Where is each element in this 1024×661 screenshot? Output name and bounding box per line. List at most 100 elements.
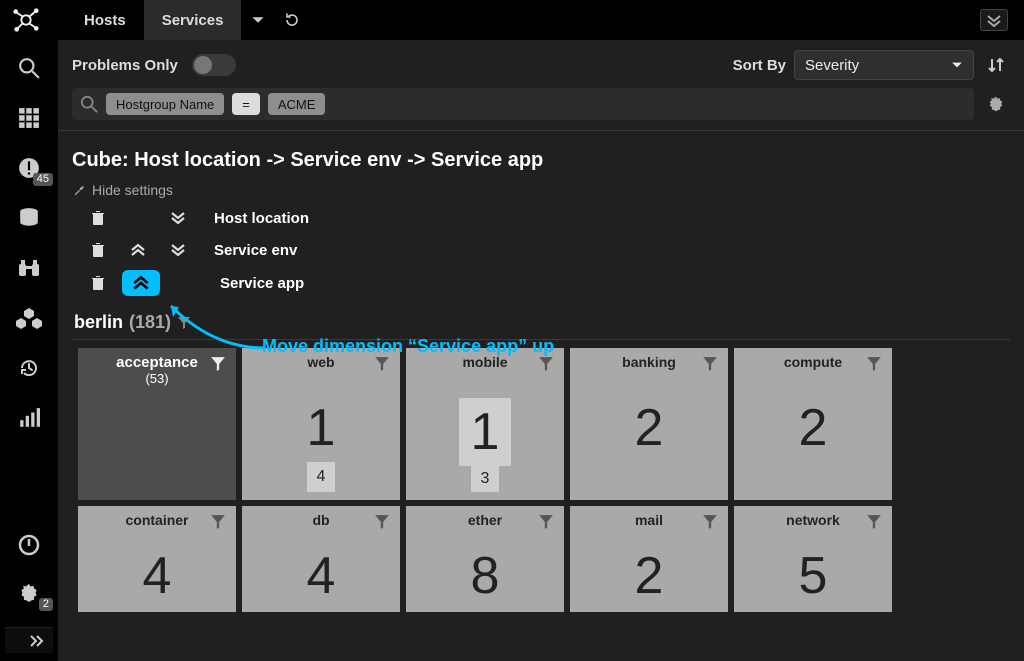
- funnel-icon[interactable]: [210, 356, 226, 372]
- tile-mobile[interactable]: mobile 1 3: [406, 348, 564, 500]
- funnel-icon[interactable]: [538, 356, 554, 372]
- sortby-group: Sort By Severity: [733, 50, 1010, 80]
- funnel-icon[interactable]: [374, 356, 390, 372]
- sidebar-database-icon[interactable]: [11, 204, 47, 232]
- tile-value: 2: [635, 546, 664, 606]
- tile-db[interactable]: db 4: [242, 506, 400, 612]
- group-count: (181): [129, 312, 171, 333]
- sort-direction-icon[interactable]: [982, 51, 1010, 79]
- dimension-down-icon[interactable]: [162, 206, 194, 230]
- funnel-icon[interactable]: [866, 356, 882, 372]
- dimension-delete-icon[interactable]: [82, 206, 114, 230]
- sidebar-problems-icon[interactable]: 45: [11, 154, 47, 182]
- tile-label: network: [786, 512, 840, 528]
- tile-compute[interactable]: compute 2: [734, 348, 892, 500]
- tile-label: ether: [468, 512, 502, 528]
- filter-bar[interactable]: Hostgroup Name = ACME: [72, 88, 974, 120]
- filter-chip-value[interactable]: ACME: [268, 93, 326, 115]
- sidebar-expand-toggle[interactable]: [5, 627, 53, 653]
- filter-chip-field[interactable]: Hostgroup Name: [106, 93, 224, 115]
- tile-label: acceptance: [116, 354, 198, 371]
- search-icon: [80, 95, 98, 113]
- tile-value: 1: [307, 398, 336, 458]
- filter-chip-operator[interactable]: =: [232, 93, 260, 115]
- tile-label: container: [125, 512, 188, 528]
- panel-collapse-toggle[interactable]: [980, 9, 1008, 31]
- dimension-row-1: Service env: [82, 238, 1010, 262]
- dimension-delete-icon[interactable]: [82, 271, 114, 295]
- tab-dropdown-icon[interactable]: [241, 0, 275, 40]
- refresh-icon[interactable]: [275, 0, 309, 40]
- top-header: Hosts Services: [0, 0, 1024, 40]
- sidebar-reporting-icon[interactable]: [11, 404, 47, 432]
- tile-label: web: [307, 354, 334, 370]
- top-tabs: Hosts Services: [66, 0, 241, 40]
- tile-container[interactable]: container 4: [78, 506, 236, 612]
- funnel-icon[interactable]: [538, 514, 554, 530]
- sidebar-cubes-icon[interactable]: [11, 304, 47, 332]
- problems-only-label: Problems Only: [72, 57, 178, 74]
- settings-badge: 2: [39, 598, 53, 611]
- sidebar-binoculars-icon[interactable]: [11, 254, 47, 282]
- chevron-down-icon: [951, 59, 963, 71]
- dimension-list: x Host location Service env x Service ap…: [82, 206, 1010, 296]
- tile-label: mobile: [462, 354, 507, 370]
- tile-label: db: [312, 512, 329, 528]
- sidebar-grid-icon[interactable]: [11, 104, 47, 132]
- dimension-label-0: Host location: [214, 210, 309, 227]
- tab-hosts[interactable]: Hosts: [66, 0, 144, 40]
- tile-value: 2: [799, 398, 828, 458]
- tile-value: 4: [143, 546, 172, 606]
- content-area: Cube: Host location -> Service env -> Se…: [58, 149, 1024, 626]
- divider: [58, 130, 1024, 131]
- left-sidebar: 45 2: [0, 40, 58, 661]
- funnel-icon[interactable]: [702, 514, 718, 530]
- group-heading: berlin (181): [74, 312, 1010, 333]
- tile-mail[interactable]: mail 2: [570, 506, 728, 612]
- tile-value: 2: [635, 398, 664, 458]
- dimension-row-2: x Service app: [82, 270, 1010, 296]
- sidebar-power-icon[interactable]: [11, 531, 47, 559]
- tile-subvalue: 4: [307, 462, 335, 492]
- dimension-label-1: Service env: [214, 242, 297, 259]
- sidebar-settings-icon[interactable]: 2: [11, 579, 47, 607]
- sidebar-search-icon[interactable]: [11, 54, 47, 82]
- dimension-delete-icon[interactable]: [82, 238, 114, 262]
- group-divider: [72, 339, 1010, 340]
- tile-web[interactable]: web 1 4: [242, 348, 400, 500]
- funnel-icon[interactable]: [866, 514, 882, 530]
- hide-settings-link[interactable]: Hide settings: [72, 182, 1010, 198]
- funnel-icon[interactable]: [177, 316, 191, 330]
- tile-grid: acceptance (53) web 1 4 mobile 1 3: [78, 348, 1010, 612]
- sortby-value: Severity: [805, 57, 859, 74]
- tile-banking[interactable]: banking 2: [570, 348, 728, 500]
- main-panel: Problems Only Sort By Severity Hostgroup…: [58, 40, 1024, 661]
- wrench-icon: [72, 183, 86, 197]
- tile-value: 1: [459, 398, 512, 466]
- problems-badge: 45: [33, 173, 53, 186]
- dimension-up-icon[interactable]: [122, 238, 154, 262]
- tile-network[interactable]: network 5: [734, 506, 892, 612]
- funnel-icon[interactable]: [374, 514, 390, 530]
- tile-value: 4: [307, 546, 336, 606]
- sidebar-history-icon[interactable]: [11, 354, 47, 382]
- filter-settings-icon[interactable]: [982, 90, 1010, 118]
- app-logo-icon: [12, 6, 42, 36]
- sortby-label: Sort By: [733, 57, 786, 74]
- funnel-icon[interactable]: [702, 356, 718, 372]
- sortby-select[interactable]: Severity: [794, 50, 974, 80]
- funnel-icon[interactable]: [210, 514, 226, 530]
- tile-ether[interactable]: ether 8: [406, 506, 564, 612]
- tile-subvalue: 3: [471, 466, 499, 492]
- tile-label: mail: [635, 512, 663, 528]
- dimension-up-icon-highlighted[interactable]: [122, 270, 160, 296]
- tile-acceptance[interactable]: acceptance (53): [78, 348, 236, 500]
- dimension-down-icon[interactable]: [162, 238, 194, 262]
- tab-services[interactable]: Services: [144, 0, 242, 40]
- dimension-row-0: x Host location: [82, 206, 1010, 230]
- group-name: berlin: [74, 312, 123, 333]
- tile-count: (53): [145, 371, 168, 386]
- problems-only-toggle[interactable]: [192, 54, 236, 76]
- dimension-label-2: Service app: [220, 275, 304, 292]
- tile-value: 5: [799, 546, 828, 606]
